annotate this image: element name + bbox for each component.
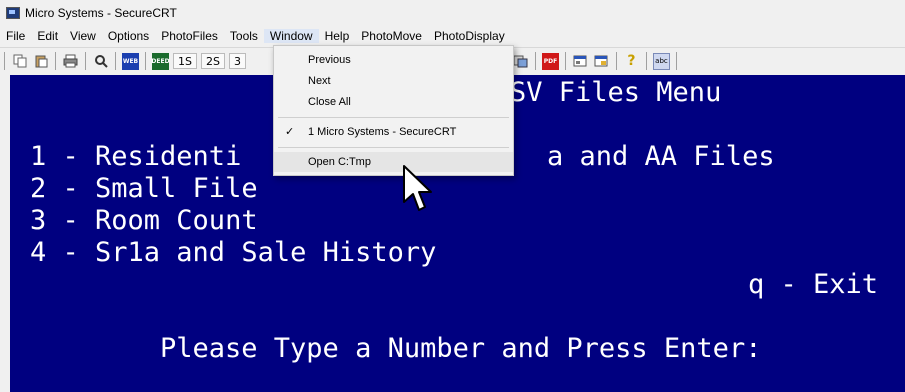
- menu-photomove[interactable]: PhotoMove: [355, 29, 428, 43]
- toolbar-separator: [615, 52, 617, 70]
- print-icon[interactable]: [62, 53, 79, 70]
- window-menu-session-1[interactable]: ✓ 1 Micro Systems - SecureCRT: [274, 122, 513, 142]
- menu-photodisplay[interactable]: PhotoDisplay: [428, 29, 511, 43]
- window-menu-session-1-label: 1 Micro Systems - SecureCRT: [308, 126, 457, 138]
- checkmark-icon: ✓: [285, 126, 295, 138]
- toolbar-separator: [675, 52, 677, 70]
- menu-window[interactable]: Window: [263, 29, 319, 43]
- menu-tools[interactable]: Tools: [224, 29, 264, 43]
- toolbar-separator: [55, 52, 56, 70]
- transfer-icon[interactable]: [512, 53, 529, 70]
- toolbar-separator: [115, 52, 116, 70]
- terminal-option-2: 2 - Small File: [30, 173, 258, 204]
- menu-photofiles[interactable]: PhotoFiles: [155, 29, 224, 43]
- web-icon[interactable]: WEB: [122, 52, 139, 70]
- spellcheck-icon[interactable]: abc: [652, 52, 670, 70]
- terminal-prompt: Please Type a Number and Press Enter:: [160, 333, 762, 364]
- toolbar-separator: [145, 52, 146, 70]
- help-icon[interactable]: ?: [623, 53, 640, 70]
- toolbar-separator: [534, 52, 536, 70]
- terminal-option-3: 3 - Room Count: [30, 205, 258, 236]
- securecrt-app-icon[interactable]: [6, 7, 20, 19]
- menu-file[interactable]: File: [0, 29, 31, 43]
- terminal-option-4: 4 - Sr1a and Sale History: [30, 237, 437, 268]
- find-icon[interactable]: [92, 53, 109, 70]
- window-menu-close-all[interactable]: Close All: [274, 92, 513, 112]
- window-menu-separator: [278, 147, 509, 148]
- button-3[interactable]: 3: [228, 53, 246, 69]
- window-menu-previous[interactable]: Previous: [274, 50, 513, 70]
- menu-bar: File Edit View Options PhotoFiles Tools …: [0, 27, 905, 45]
- menu-edit[interactable]: Edit: [31, 29, 64, 43]
- button-2s[interactable]: 2S: [200, 53, 225, 69]
- toolbar-separator: [564, 52, 566, 70]
- mouse-pointer-icon: [403, 165, 432, 211]
- menu-help[interactable]: Help: [319, 29, 356, 43]
- menu-options[interactable]: Options: [102, 29, 155, 43]
- window-menu-open-tmp[interactable]: Open C:Tmp: [274, 152, 513, 172]
- title-bar: Micro Systems - SecureCRT: [0, 0, 905, 26]
- terminal-option-1: 1 - Residenti: [30, 141, 242, 172]
- window-menu-dropdown: Previous Next Close All ✓ 1 Micro System…: [273, 45, 514, 176]
- toolbar-separator: [645, 52, 647, 70]
- options-icon[interactable]: [593, 53, 610, 70]
- properties-icon[interactable]: [572, 53, 589, 70]
- window-title: Micro Systems - SecureCRT: [25, 6, 177, 20]
- window-menu-next[interactable]: Next: [274, 71, 513, 91]
- terminal-option-1-tail: a and AA Files: [547, 141, 775, 172]
- copy-icon[interactable]: [11, 53, 28, 70]
- terminal-exit-option: q - Exit: [748, 269, 879, 300]
- toolbar-separator: [85, 52, 86, 70]
- button-1s[interactable]: 1S: [173, 53, 197, 69]
- pdf-icon[interactable]: PDF: [541, 52, 559, 70]
- toolbar-separator: [4, 52, 5, 70]
- window-menu-separator: [278, 117, 509, 118]
- terminal-header: SV Files Menu: [510, 77, 722, 108]
- menu-view[interactable]: View: [64, 29, 102, 43]
- deed-icon[interactable]: DEED: [151, 52, 170, 70]
- paste-icon[interactable]: [32, 53, 49, 70]
